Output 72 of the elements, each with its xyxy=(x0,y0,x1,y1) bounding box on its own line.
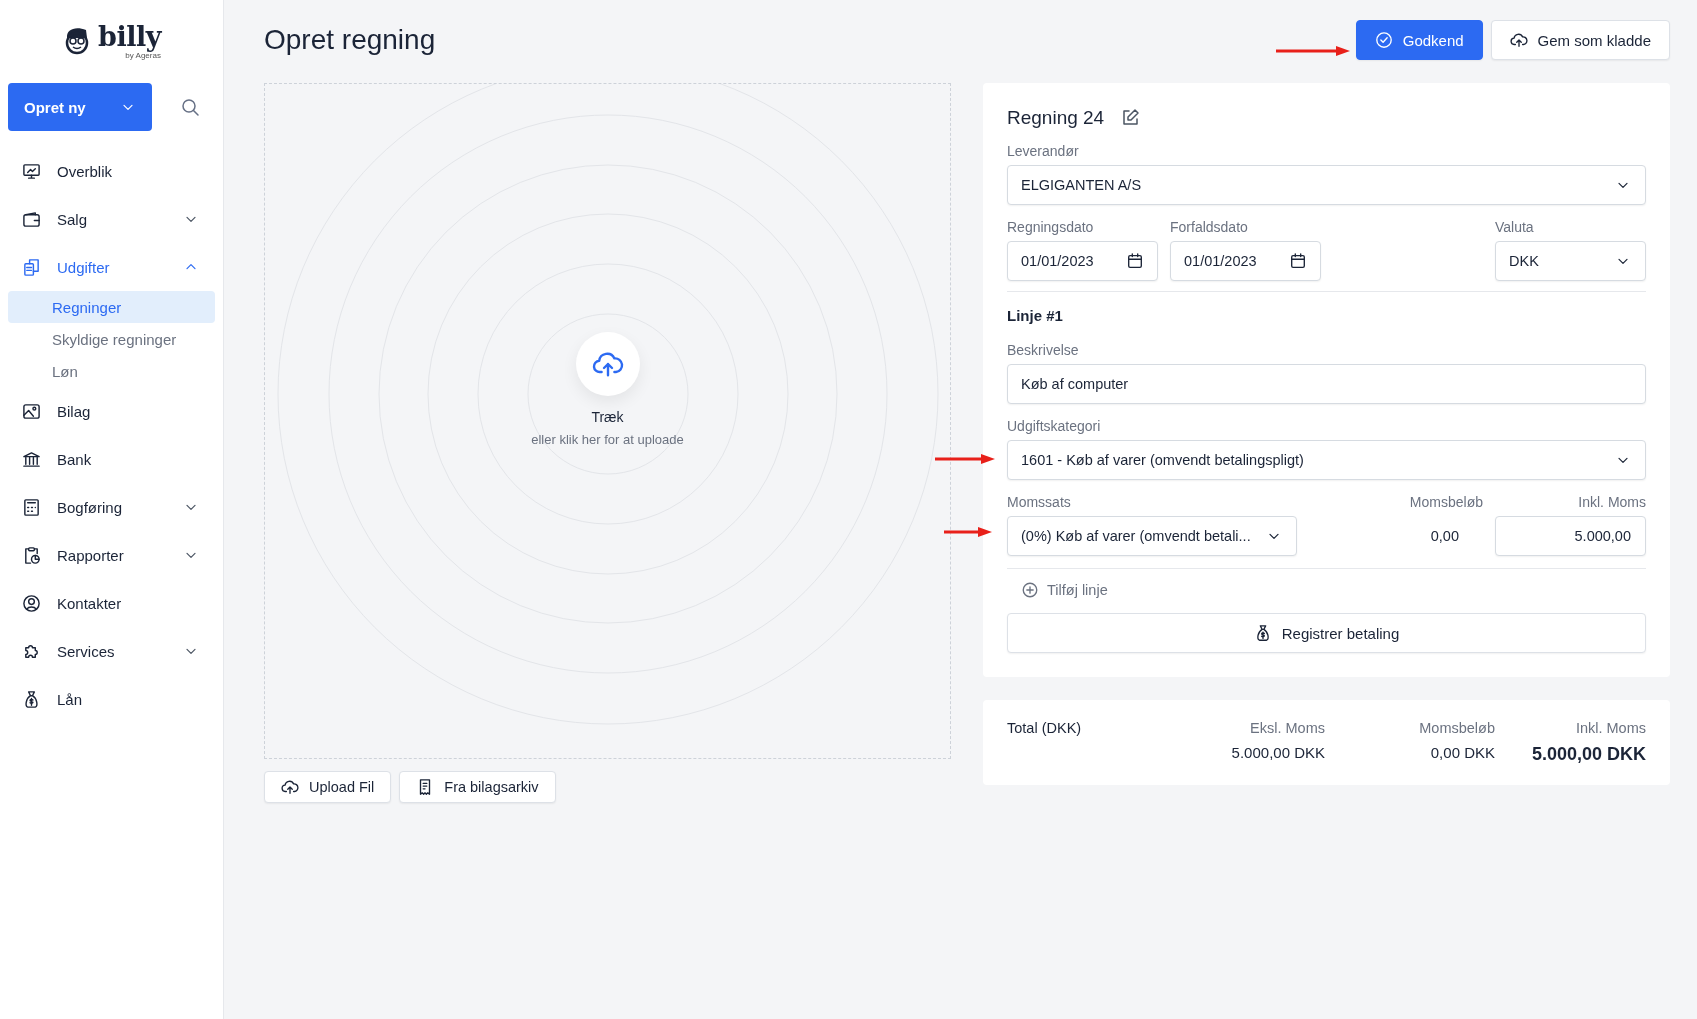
nav-item[interactable]: Salg xyxy=(8,195,215,243)
create-new-button[interactable]: Opret ny xyxy=(8,83,152,131)
date-field[interactable]: 01/01/2023 xyxy=(1007,241,1158,281)
supplier-dropdown[interactable]: ELGIGANTEN A/S xyxy=(1007,165,1646,205)
vat-rate-dropdown[interactable]: (0%) Køb af varer (omvendt betali... xyxy=(1007,516,1297,556)
annotation-arrow xyxy=(944,526,992,538)
nav-item[interactable]: Kontakter xyxy=(8,579,215,627)
dropzone-title: Træk xyxy=(591,409,624,425)
image-icon xyxy=(22,401,41,421)
plus-circle-icon xyxy=(1021,581,1039,599)
field-label: Leverandør xyxy=(1007,143,1080,159)
field-label: Momsbeløb xyxy=(1408,494,1483,510)
nav-subitem[interactable]: Skyldige regninger xyxy=(8,323,215,355)
dropzone-hint: eller klik her for at uploade xyxy=(531,432,684,447)
bill-title: Regning 24 xyxy=(1007,107,1105,129)
archive-button[interactable]: Fra bilagsarkiv xyxy=(399,771,556,803)
documents-icon xyxy=(22,257,41,277)
register-payment-button[interactable]: Registrer betaling xyxy=(1007,613,1646,653)
upload-file-button[interactable]: Upload Fil xyxy=(264,771,392,803)
total-value: 5.000,00 DKK xyxy=(1530,744,1646,765)
cloud-upload-icon xyxy=(281,778,299,796)
money-bag-icon xyxy=(22,689,41,709)
bank-icon xyxy=(22,449,41,469)
nav-item[interactable]: Services xyxy=(8,627,215,675)
edit-icon xyxy=(1120,108,1141,128)
nav-item[interactable]: Bogføring xyxy=(8,483,215,531)
currency-dropdown[interactable]: DKK xyxy=(1495,241,1646,281)
vat-amount: 0,00 xyxy=(1430,528,1459,544)
annotation-arrow xyxy=(935,453,995,465)
total-value: 5.000,00 DKK xyxy=(1230,744,1325,761)
edit-button[interactable] xyxy=(1120,108,1141,128)
line-title: Linje #1 xyxy=(1007,307,1064,324)
nav-item[interactable]: Bilag xyxy=(8,387,215,435)
totals-label: Total (DKK) xyxy=(1007,720,1083,738)
nav-item[interactable]: Overblik xyxy=(8,147,215,195)
field-label: Valuta xyxy=(1495,219,1535,235)
field-label: Udgiftskategori xyxy=(1007,418,1102,434)
clipboard-chart-icon xyxy=(22,545,41,565)
nav-item[interactable]: Udgifter xyxy=(8,243,215,291)
upload-dropzone[interactable]: Træk eller klik her for at uploade xyxy=(264,83,951,759)
save-draft-button[interactable]: Gem som kladde xyxy=(1490,20,1670,60)
nav-item[interactable]: Bank xyxy=(8,435,215,483)
description-field[interactable]: Køb af computer xyxy=(1007,364,1646,404)
total-value: 0,00 DKK xyxy=(1429,744,1495,761)
search-icon xyxy=(180,97,200,117)
field-label: Inkl. Moms xyxy=(1577,494,1646,510)
add-line-button[interactable]: Tilføj linje xyxy=(1007,577,1122,603)
nav-subitem[interactable]: Løn xyxy=(8,355,215,387)
total-label: Inkl. Moms xyxy=(1574,720,1646,736)
check-circle-icon xyxy=(1374,31,1393,49)
calculator-icon xyxy=(22,497,41,517)
field-label: Forfaldsdato xyxy=(1170,219,1249,235)
page-title: Opret regning xyxy=(264,24,436,56)
total-label: Eksl. Moms xyxy=(1249,720,1325,736)
calendar-icon xyxy=(1289,252,1307,270)
user-circle-icon xyxy=(22,593,41,613)
wallet-icon xyxy=(22,209,41,229)
amount-field[interactable]: 5.000,00 xyxy=(1495,516,1646,556)
date-field[interactable]: 01/01/2023 xyxy=(1170,241,1321,281)
total-label: Momsbeløb xyxy=(1418,720,1495,736)
field-label: Momssats xyxy=(1007,494,1072,510)
nav-item[interactable]: Lån xyxy=(8,675,215,723)
approve-button[interactable]: Godkend xyxy=(1355,20,1483,60)
field-label: Beskrivelse xyxy=(1007,342,1080,358)
nav-subitem[interactable]: Regninger xyxy=(8,291,215,323)
field-label: Regningsdato xyxy=(1007,219,1095,235)
cloud-upload-icon xyxy=(1509,31,1528,49)
nav-item[interactable]: Rapporter xyxy=(8,531,215,579)
calendar-icon xyxy=(1126,252,1144,270)
logo-text: billy xyxy=(98,22,161,50)
category-dropdown[interactable]: 1601 - Køb af varer (omvendt betalingspligt) xyxy=(1007,440,1646,480)
presentation-board-icon xyxy=(22,161,41,181)
